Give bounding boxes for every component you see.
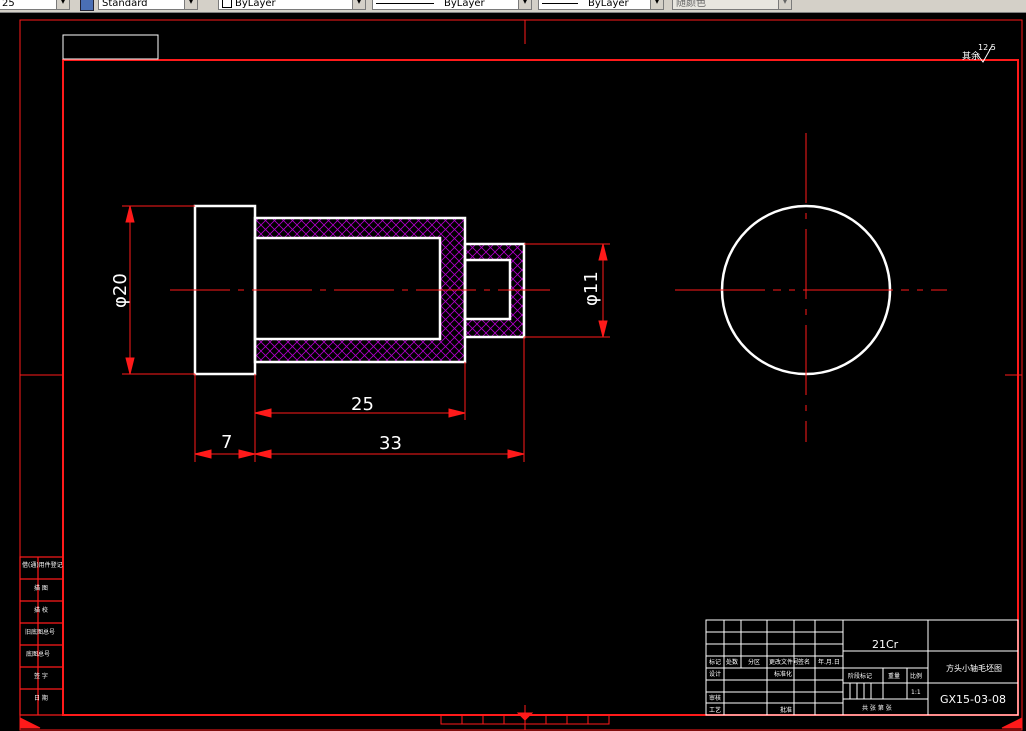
tb-gong-zhang: 共 张 第 张 (862, 704, 892, 712)
roughness-value: 12.5 (978, 43, 996, 52)
dim-len25: 25 (351, 394, 374, 415)
tb-sheji: 设计 (709, 670, 721, 678)
side-cell-5: 底图总号 (26, 650, 50, 658)
dim-len33: 33 (379, 433, 402, 454)
tb-biaoji: 标记 (709, 658, 721, 666)
linetype-value: ByLayer (444, 0, 485, 9)
side-cell-6: 签 字 (34, 672, 48, 680)
plotstyle-value: 随颜色 (676, 0, 706, 9)
linetype-dropdown[interactable]: ByLayer ▾ (372, 0, 532, 10)
side-cell-2: 描 图 (34, 584, 48, 592)
chevron-down-icon[interactable]: ▾ (56, 0, 69, 9)
lineweight-value: ByLayer (588, 0, 629, 9)
chevron-down-icon[interactable]: ▾ (518, 0, 531, 9)
part-end-view (675, 133, 947, 442)
side-cell-3: 描 校 (34, 606, 48, 614)
linetype-preview (376, 2, 434, 4)
properties-toolbar: 25 ▾ Standard ▾ ByLayer ▾ ByLayer ▾ ByLa… (0, 0, 1026, 13)
bore-void (255, 238, 440, 339)
tb-gengai: 更改文件号 (769, 658, 799, 666)
drawing-code-box (62, 34, 159, 60)
color-dropdown[interactable]: ByLayer ▾ (218, 0, 366, 10)
tb-drawing-number: GX15-03-08 (940, 693, 1006, 706)
tb-qianming: 签名 (798, 658, 810, 666)
text-style-icon[interactable] (80, 0, 94, 11)
tb-chushu: 处数 (726, 658, 738, 666)
layer-value: 25 (2, 0, 15, 9)
tb-drawing-name: 方头小轴毛坯图 (946, 663, 1002, 673)
layer-dropdown[interactable]: 25 ▾ (0, 0, 70, 10)
side-cell-1: 借(通)用件登记 (22, 561, 63, 569)
drawing-frame (19, 19, 1023, 731)
side-cell-4: 旧底图总号 (25, 628, 55, 636)
dim-len7: 7 (221, 432, 232, 453)
chevron-down-icon[interactable]: ▾ (352, 0, 365, 9)
dim-dia11: φ11 (581, 271, 602, 306)
tb-material: 21Cr (872, 638, 899, 651)
chevron-down-icon[interactable]: ▾ (184, 0, 197, 9)
text-style-dropdown[interactable]: Standard ▾ (98, 0, 198, 10)
color-value: ByLayer (235, 0, 276, 9)
side-cell-7: 日 期 (34, 694, 48, 702)
tb-pizhun: 批准 (780, 706, 792, 714)
lineweight-dropdown[interactable]: ByLayer ▾ (538, 0, 664, 10)
tb-shenhe: 审核 (709, 694, 721, 702)
tb-zhongliang: 重量 (888, 672, 900, 680)
dim-dia20: φ20 (110, 273, 131, 308)
tb-biaozhunhua: 标准化 (774, 670, 792, 678)
tb-nianyueri: 年.月.日 (818, 658, 840, 666)
chevron-down-icon[interactable]: ▾ (778, 0, 791, 9)
title-block: 标记 处数 分区 更改文件号 签名 年.月.日 设计 标准化 阶段标记 重量 比… (705, 619, 1019, 716)
part-section-view (170, 204, 550, 376)
drawing-canvas[interactable]: 其余 12.5 φ20 φ11 25 7 33 借(通)用件登记 描 图 描 校… (0, 13, 1026, 731)
tb-scale: 1:1 (911, 689, 921, 696)
tb-jieduan: 阶段标记 (848, 672, 872, 680)
plotstyle-dropdown[interactable]: 随颜色 ▾ (672, 0, 792, 10)
tb-gongyi: 工艺 (709, 706, 721, 714)
color-swatch-icon (222, 0, 232, 8)
text-style-value: Standard (102, 0, 148, 9)
tb-fenqu: 分区 (748, 658, 760, 666)
lineweight-preview (542, 2, 578, 4)
tb-bili: 比例 (910, 672, 922, 680)
side-registration-block: 借(通)用件登记 描 图 描 校 旧底图总号 底图总号 签 字 日 期 (19, 556, 64, 716)
chevron-down-icon[interactable]: ▾ (650, 0, 663, 9)
